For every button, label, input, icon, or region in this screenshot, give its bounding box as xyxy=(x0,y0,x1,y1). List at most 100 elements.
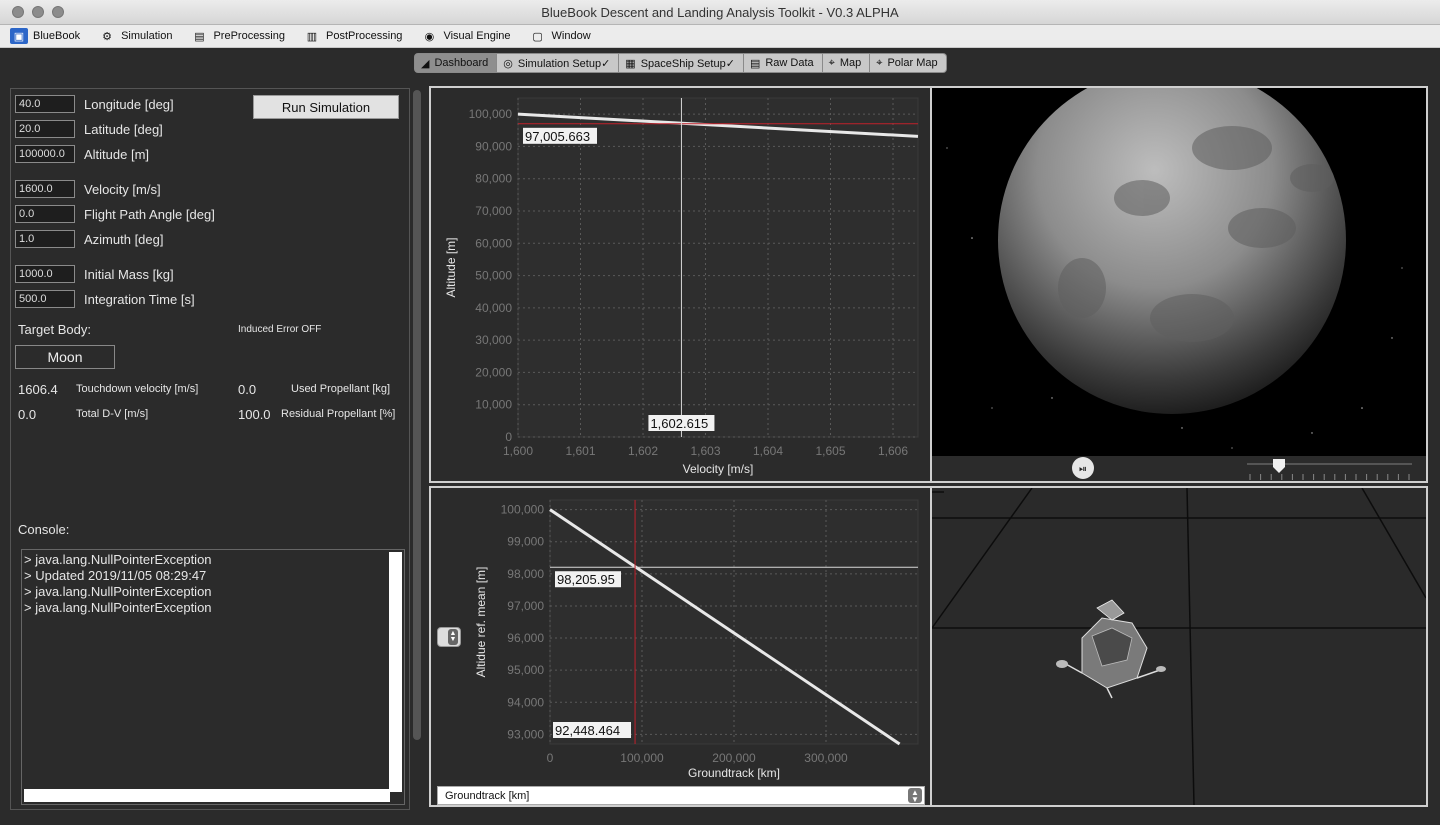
touchdown-velocity-label: Touchdown velocity [m/s] xyxy=(76,383,199,395)
longitude-row: Longitude [deg] xyxy=(15,95,174,113)
y-tick-label: 70,000 xyxy=(475,204,512,218)
window-titlebar: BlueBook Descent and Landing Analysis To… xyxy=(0,0,1440,25)
zoom-window-button[interactable] xyxy=(52,6,64,18)
play-pause-icon: ⏯ xyxy=(1079,464,1087,475)
menu-simulation[interactable]: ⚙ Simulation xyxy=(98,25,172,48)
bluebook-logo-icon: ▣ xyxy=(10,28,28,44)
time-row: Integration Time [s] xyxy=(15,290,195,308)
groundtrack-select-value: Groundtrack [km] xyxy=(445,789,530,802)
azimuth-row: Azimuth [deg] xyxy=(15,230,164,248)
preprocessing-icon: ▤ xyxy=(194,30,205,43)
altitude-velocity-chart-panel: 0 10,000 20,000 30,000 40,000 50,000 60,000 70,… xyxy=(429,86,932,483)
y-tick-label: 94,000 xyxy=(507,695,544,709)
groundtrack-axis-select[interactable]: Groundtrack [km] ▲ ▼ xyxy=(437,786,925,805)
x-tick-label: 1,603 xyxy=(690,444,720,458)
x-tick-label: 1,602 xyxy=(628,444,658,458)
touchdown-velocity-value: 1606.4 xyxy=(18,382,58,397)
altitude-velocity-chart[interactable]: 0 10,000 20,000 30,000 40,000 50,000 60,000 70,… xyxy=(431,88,930,481)
tab-label: SpaceShip Setup✓ xyxy=(640,57,735,70)
window-title: BlueBook Descent and Landing Analysis To… xyxy=(541,4,899,20)
y-tick-label: 10,000 xyxy=(475,398,512,412)
tab-simulation-setup[interactable]: ◎ Simulation Setup✓ xyxy=(497,53,620,73)
crosshair-x-value: 92,448.464 xyxy=(555,723,620,738)
console-line: > java.lang.NullPointerException xyxy=(24,552,212,567)
menu-bluebook[interactable]: ▣ BlueBook xyxy=(10,25,80,48)
y-tick-label: 20,000 xyxy=(475,365,512,379)
postprocessing-icon: ▥ xyxy=(306,30,318,43)
menu-label: BlueBook xyxy=(33,30,81,42)
y-tick-label: 93,000 xyxy=(507,727,544,741)
menu-label: Visual Engine xyxy=(443,30,511,42)
run-simulation-button[interactable]: Run Simulation xyxy=(253,95,399,119)
tab-map[interactable]: ⌖ Map xyxy=(822,53,871,73)
x-tick-label: 1,605 xyxy=(815,444,845,458)
lander-view-panel xyxy=(930,486,1428,807)
x-tick-label: 1,600 xyxy=(503,444,533,458)
window-icon: ▢ xyxy=(532,30,543,43)
lander-3d-view[interactable] xyxy=(931,487,1427,806)
menu-label: Simulation xyxy=(121,30,173,42)
menu-visual-engine[interactable]: ◉ Visual Engine xyxy=(420,25,511,48)
total-dv-value: 0.0 xyxy=(18,407,37,422)
left-panel-scrollbar[interactable] xyxy=(413,90,421,740)
crosshair-y-value: 97,005.663 xyxy=(525,129,590,144)
residual-propellant-value: 100.0 xyxy=(238,407,271,422)
console-line: > Updated 2019/11/05 08:29:47 xyxy=(24,568,207,583)
planet-3d-view[interactable]: ⏯ xyxy=(932,66,1426,481)
y-tick-label: 98,000 xyxy=(507,567,544,581)
velocity-label: Velocity [m/s] xyxy=(84,181,161,197)
initial-mass-field[interactable] xyxy=(15,265,75,283)
latitude-field[interactable] xyxy=(15,120,75,138)
menu-postprocessing[interactable]: ▥ PostProcessing xyxy=(303,25,403,48)
velocity-row: Velocity [m/s] xyxy=(15,180,161,198)
menu-label: Window xyxy=(551,30,591,42)
dashboard-icon: ◢ xyxy=(421,57,430,70)
y-tick-label: 95,000 xyxy=(507,663,544,677)
y-tick-label: 100,000 xyxy=(501,503,545,517)
x-tick-label: 1,606 xyxy=(878,444,908,458)
console-horizontal-scrollbar[interactable] xyxy=(24,789,390,802)
x-tick-label: 100,000 xyxy=(620,751,664,765)
used-propellant-label: Used Propellant [kg] xyxy=(291,383,391,395)
x-tick-label: 0 xyxy=(547,751,554,765)
y-tick-label: 80,000 xyxy=(475,172,512,186)
menu-window[interactable]: ▢ Window xyxy=(529,25,591,48)
longitude-field[interactable] xyxy=(15,95,75,113)
console-vertical-scrollbar[interactable] xyxy=(389,552,402,792)
close-window-button[interactable] xyxy=(12,6,24,18)
flight-path-angle-field[interactable] xyxy=(15,205,75,223)
planet-view-panel: ⏯ xyxy=(930,66,1428,483)
target-body-select[interactable]: Moon xyxy=(15,345,115,369)
tab-raw-data[interactable]: ▤ Raw Data xyxy=(743,53,823,73)
select-arrows-icon: ▲ ▼ xyxy=(908,788,922,803)
velocity-field[interactable] xyxy=(15,180,75,198)
latitude-label: Latitude [deg] xyxy=(84,121,163,137)
tab-polar-map[interactable]: ⌖ Polar Map xyxy=(870,53,947,73)
y-tick-label: 90,000 xyxy=(475,139,512,153)
y-tick-label: 30,000 xyxy=(475,333,512,347)
altitude-label: Altitude [m] xyxy=(84,146,150,162)
altitude-groundtrack-chart[interactable]: 93,000 94,000 95,000 96,000 97,000 98,000 99,0… xyxy=(431,488,930,805)
induced-error-toggle[interactable]: Induced Error OFF xyxy=(238,324,321,335)
altitude-field[interactable] xyxy=(15,145,75,163)
map-icon: ⌖ xyxy=(828,56,835,69)
target-body-label: Target Body: xyxy=(18,322,91,337)
azimuth-field[interactable] xyxy=(15,230,75,248)
console-output[interactable]: > java.lang.NullPointerException > Updat… xyxy=(21,549,405,805)
initial-mass-label: Initial Mass [kg] xyxy=(84,266,174,282)
minimize-window-button[interactable] xyxy=(32,6,44,18)
mass-row: Initial Mass [kg] xyxy=(15,265,174,283)
tab-label: Raw Data xyxy=(765,57,814,69)
total-dv-label: Total D-V [m/s] xyxy=(76,408,149,420)
tab-dashboard[interactable]: ◢ Dashboard xyxy=(414,53,498,73)
tab-label: Map xyxy=(839,57,862,69)
play-pause-button[interactable]: ⏯ xyxy=(1072,457,1094,479)
x-tick-label: 1,604 xyxy=(753,444,783,458)
tab-spaceship-setup[interactable]: ▦ SpaceShip Setup✓ xyxy=(619,53,744,73)
menu-preprocessing[interactable]: ▤ PreProcessing xyxy=(190,25,285,48)
plot-area xyxy=(517,97,919,438)
integration-time-field[interactable] xyxy=(15,290,75,308)
chart-axis-stepper[interactable]: ▲ ▼ xyxy=(437,627,461,647)
y-tick-label: 96,000 xyxy=(507,631,544,645)
raw-data-icon: ▤ xyxy=(749,57,761,70)
